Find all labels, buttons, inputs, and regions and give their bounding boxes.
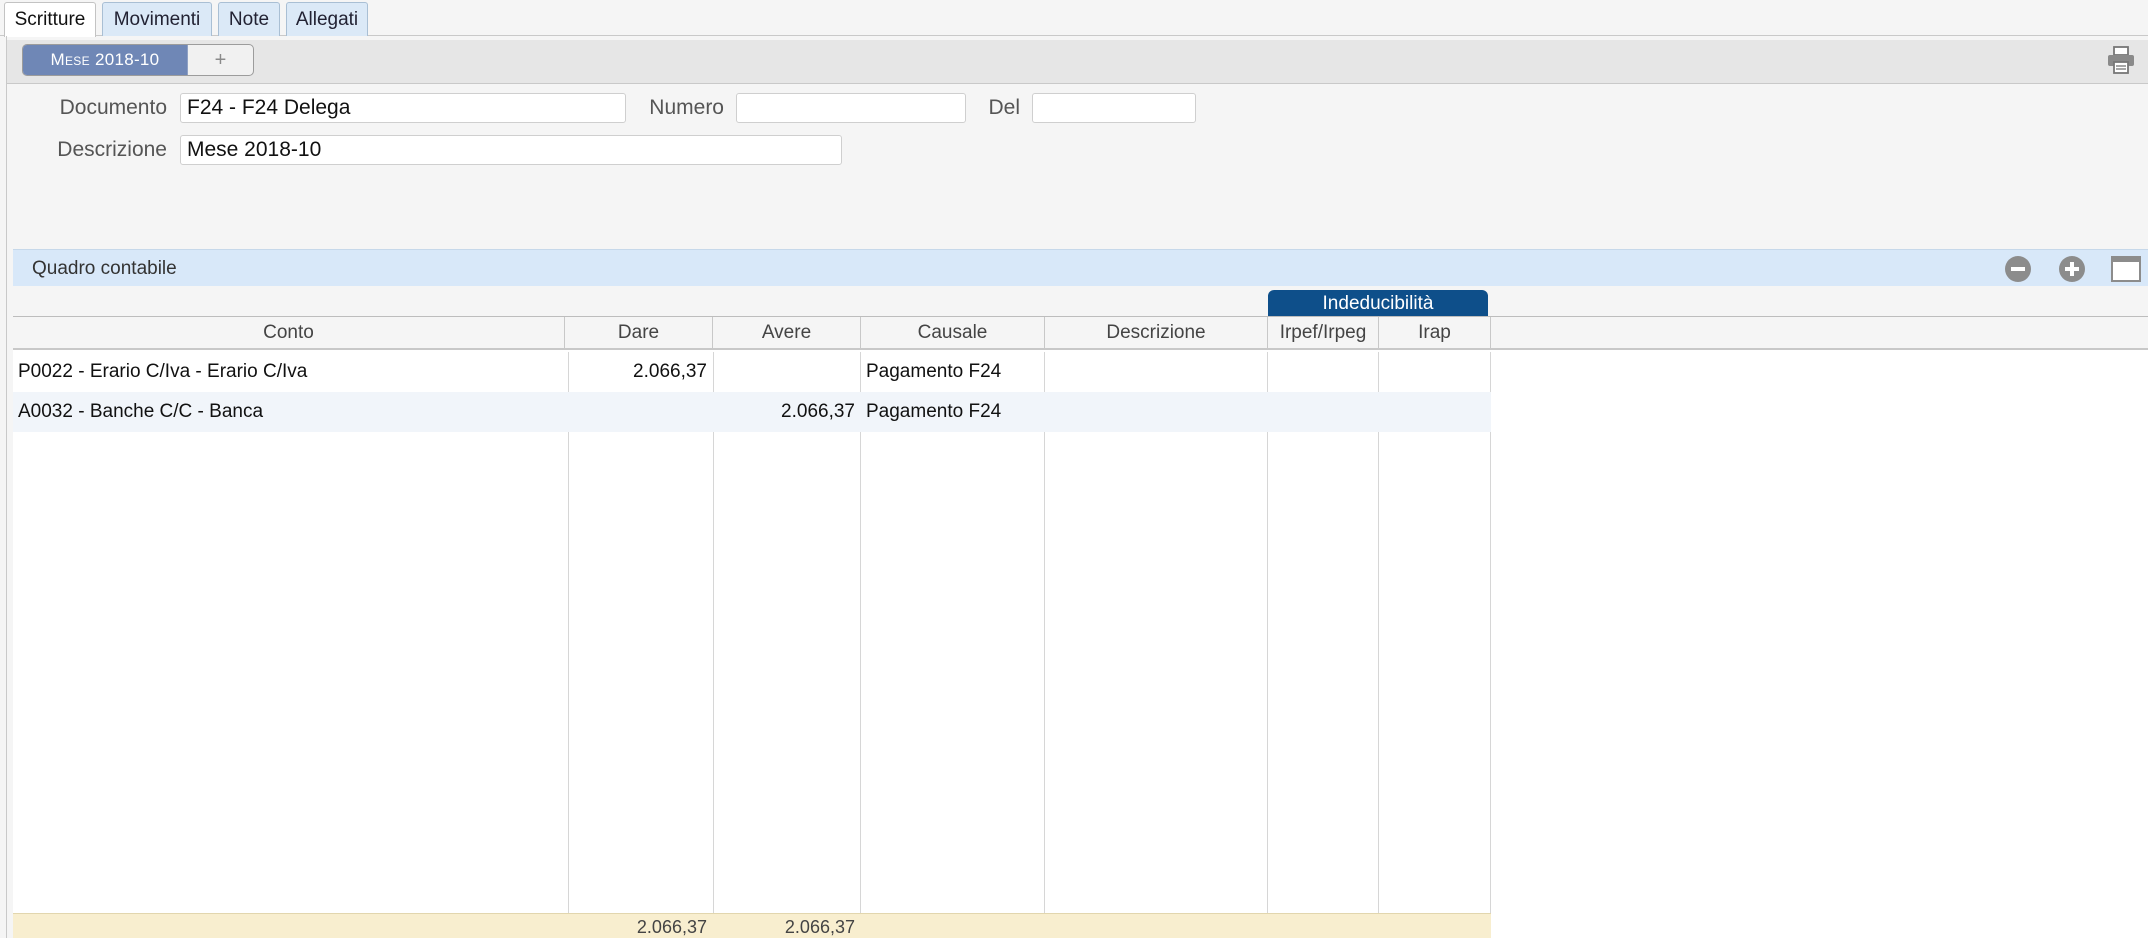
cell-descrizione[interactable]: [1049, 392, 1264, 432]
document-segmented-control: Mese 2018-10 +: [22, 44, 254, 76]
tab-bar: Scritture Movimenti Note Allegati: [0, 0, 2148, 37]
numero-field[interactable]: [736, 93, 966, 123]
printer-icon[interactable]: [2106, 45, 2136, 75]
grid-line: [713, 352, 714, 913]
cell-causale[interactable]: Pagamento F24: [866, 352, 1044, 392]
del-field[interactable]: [1032, 93, 1196, 123]
document-segment-mese[interactable]: Mese 2018-10: [23, 45, 188, 75]
documento-field[interactable]: F24 - F24 Delega: [180, 93, 626, 123]
numero-label: Numero: [649, 96, 724, 119]
documento-label: Documento: [59, 96, 167, 119]
quadro-contabile-bar: Quadro contabile: [13, 249, 2148, 286]
grid-line: [1490, 352, 1491, 938]
table-row[interactable]: A0032 - Banche C/C - Banca 2.066,37 Paga…: [13, 392, 1491, 432]
total-dare: 2.066,37: [636, 917, 707, 937]
table-header: Conto Dare Avere Causale Descrizione Irp…: [13, 317, 2148, 350]
totals-row: 2.066,37 2.066,37: [13, 913, 1491, 938]
cell-avere[interactable]: 2.066,37: [713, 392, 861, 432]
minus-circle-icon[interactable]: [2004, 255, 2032, 283]
add-document-button[interactable]: +: [188, 45, 253, 75]
cell-irap[interactable]: [1383, 392, 1487, 432]
grid-line: [568, 352, 569, 913]
column-header-descrizione[interactable]: Descrizione: [1045, 317, 1268, 348]
plus-circle-icon[interactable]: [2058, 255, 2086, 283]
column-header-dare[interactable]: Dare: [565, 317, 713, 348]
descrizione-label: Descrizione: [57, 138, 167, 161]
grid-line: [860, 352, 861, 913]
cell-dare[interactable]: [565, 392, 713, 432]
cell-dare[interactable]: 2.066,37: [565, 352, 713, 392]
quadro-contabile-title: Quadro contabile: [32, 258, 177, 279]
tab-scritture[interactable]: Scritture: [4, 2, 96, 37]
column-header-conto[interactable]: Conto: [13, 317, 565, 348]
left-border: [6, 36, 7, 938]
cell-descrizione[interactable]: [1049, 352, 1264, 392]
total-avere: 2.066,37: [784, 917, 855, 937]
tab-movimenti[interactable]: Movimenti: [102, 2, 212, 36]
tab-allegati[interactable]: Allegati: [286, 2, 368, 36]
descrizione-field[interactable]: Mese 2018-10: [180, 135, 842, 165]
quadro-contabile-table: Conto Dare Avere Causale Descrizione Irp…: [13, 316, 2148, 938]
grid-line: [1044, 352, 1045, 913]
cell-causale[interactable]: Pagamento F24: [866, 392, 1044, 432]
grid-line: [1267, 352, 1268, 913]
tab-note[interactable]: Note: [218, 2, 280, 36]
document-toolbar: Mese 2018-10 +: [7, 40, 2148, 84]
column-header-irap[interactable]: Irap: [1379, 317, 1491, 348]
column-header-avere[interactable]: Avere: [713, 317, 861, 348]
column-header-causale[interactable]: Causale: [861, 317, 1045, 348]
cell-irap[interactable]: [1383, 352, 1487, 392]
window-icon[interactable]: [2111, 255, 2141, 283]
cell-irpef[interactable]: [1272, 352, 1376, 392]
cell-conto[interactable]: P0022 - Erario C/Iva - Erario C/Iva: [18, 352, 558, 392]
cell-avere[interactable]: [713, 352, 861, 392]
cell-irpef[interactable]: [1272, 392, 1376, 432]
indeducibilita-group-header: Indeducibilità: [1268, 290, 1488, 317]
cell-conto[interactable]: A0032 - Banche C/C - Banca: [18, 392, 558, 432]
del-label: Del: [988, 96, 1020, 119]
table-row[interactable]: P0022 - Erario C/Iva - Erario C/Iva 2.06…: [13, 352, 1491, 392]
column-header-irpef[interactable]: Irpef/Irpeg: [1268, 317, 1379, 348]
grid-line: [1378, 352, 1379, 913]
